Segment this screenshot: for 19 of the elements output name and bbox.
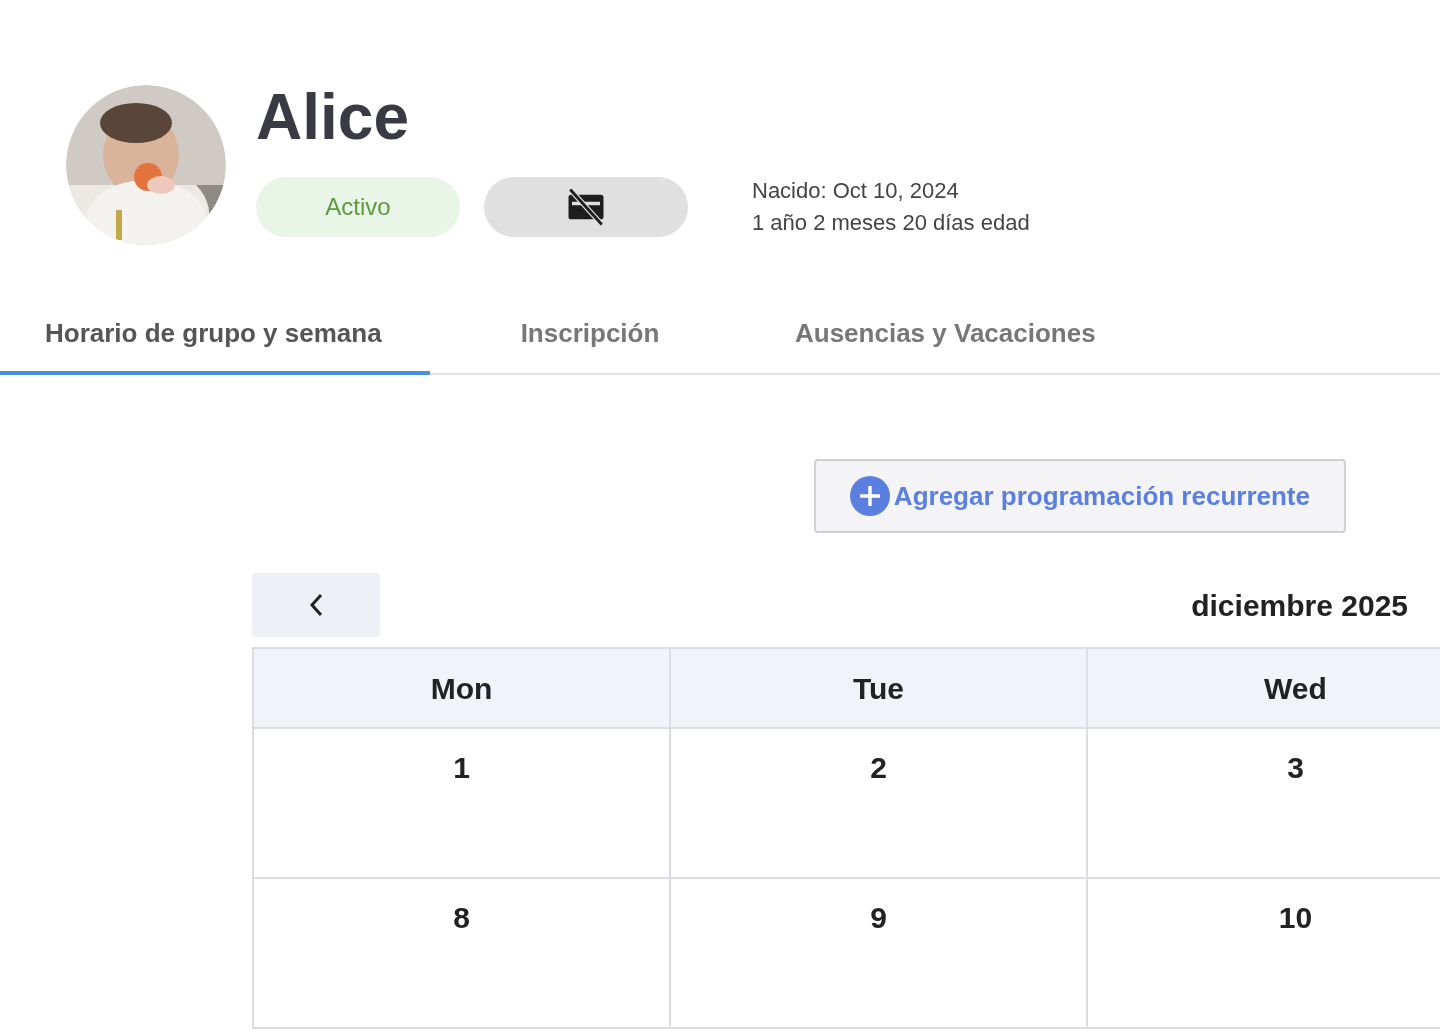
tab[interactable]: Ausencias y Vacaciones	[750, 295, 1141, 375]
weekday-header: Tue	[671, 649, 1088, 729]
birth-date: Nacido: Oct 10, 2024	[752, 177, 960, 205]
child-name: Alice	[256, 83, 410, 151]
tab[interactable]: Horario de grupo y semana	[0, 295, 430, 375]
weekday-header: Mon	[254, 649, 671, 729]
plus-icon	[849, 476, 890, 516]
chevron-left-icon	[308, 592, 324, 618]
status-badge: Activo	[256, 177, 460, 237]
day-cell[interactable]: 3	[1088, 729, 1440, 879]
tab[interactable]: Inscripción	[430, 295, 750, 375]
day-cell[interactable]: 1	[254, 729, 671, 879]
day-cell[interactable]: 2	[671, 729, 1088, 879]
day-cell[interactable]: 10	[1088, 879, 1440, 1029]
weekday-header: Wed	[1088, 649, 1440, 729]
day-cell[interactable]: 9	[671, 879, 1088, 1029]
day-cell[interactable]: 8	[254, 879, 671, 1029]
age-text: 1 año 2 meses 20 días edad	[752, 209, 1030, 237]
month-title: diciembre 2025	[1191, 587, 1408, 624]
